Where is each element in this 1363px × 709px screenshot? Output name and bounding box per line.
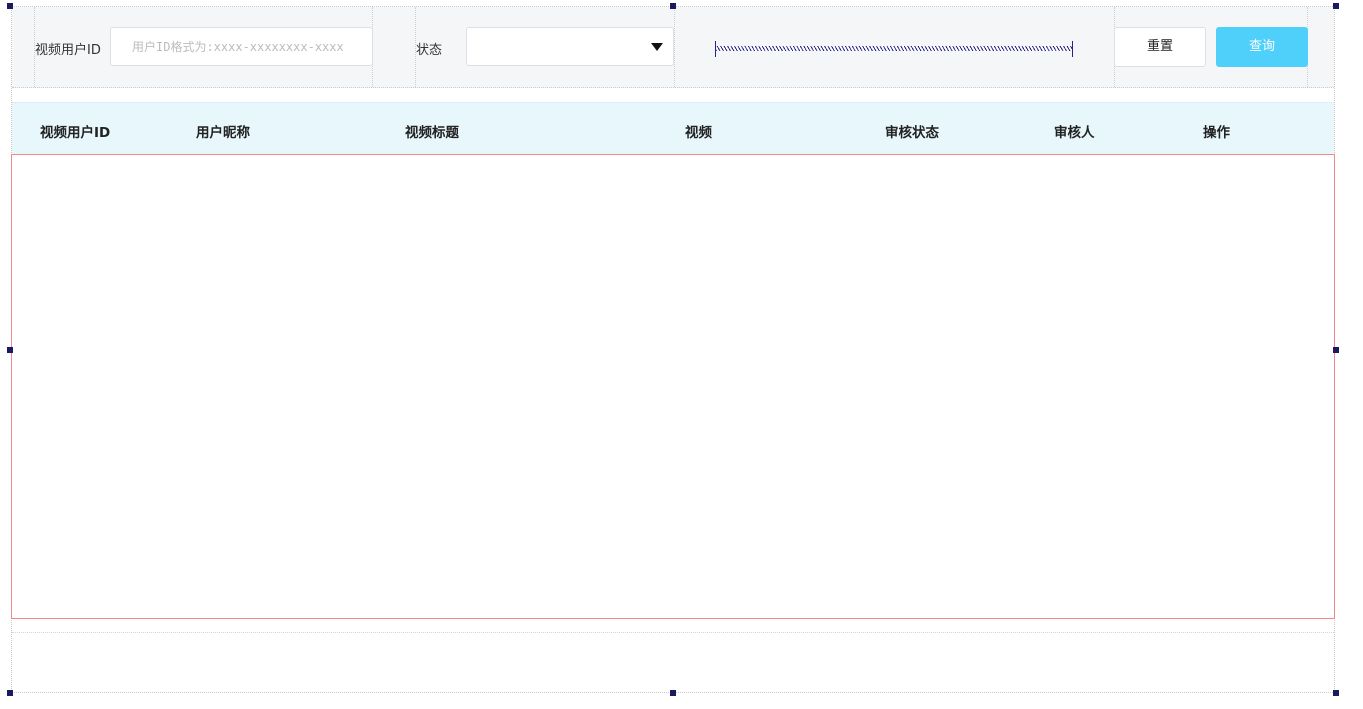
- resize-handle-bottom-left[interactable]: [7, 690, 13, 696]
- resize-handle-top-center[interactable]: [670, 3, 676, 9]
- status-field-group: 状态: [415, 7, 675, 87]
- table-body: [11, 154, 1335, 619]
- table-header: 视频用户ID 用户昵称 视频标题 视频 审核状态 审核人 操作: [12, 102, 1334, 155]
- resize-handle-middle-left[interactable]: [7, 347, 13, 353]
- slider-handle-start[interactable]: [715, 41, 716, 57]
- column-header-video[interactable]: 视频: [685, 121, 712, 141]
- chevron-down-icon: [651, 43, 663, 51]
- resize-handle-bottom-right[interactable]: [1333, 690, 1339, 696]
- column-header-review-status[interactable]: 审核状态: [885, 121, 939, 141]
- user-id-input[interactable]: [110, 27, 373, 66]
- status-label: 状态: [416, 43, 443, 58]
- reset-button[interactable]: 重置: [1114, 27, 1206, 67]
- status-select[interactable]: [466, 27, 674, 66]
- column-header-video-title[interactable]: 视频标题: [405, 121, 459, 141]
- resize-handle-top-left[interactable]: [7, 3, 13, 9]
- query-button[interactable]: 查询: [1216, 27, 1308, 67]
- column-header-nickname[interactable]: 用户昵称: [196, 121, 250, 141]
- resize-handle-top-right[interactable]: [1333, 3, 1339, 9]
- resize-handle-middle-right[interactable]: [1333, 347, 1339, 353]
- pagination-area: [12, 632, 1334, 693]
- user-id-label: 视频用户ID: [35, 43, 101, 58]
- column-header-actions[interactable]: 操作: [1203, 121, 1230, 141]
- slider-handle-end[interactable]: [1072, 41, 1073, 57]
- range-slider[interactable]: [715, 41, 1073, 57]
- slider-track[interactable]: [716, 46, 1072, 51]
- column-header-user-id[interactable]: 视频用户ID: [40, 121, 110, 141]
- search-panel: 视频用户ID 状态 重置 查询: [12, 7, 1334, 88]
- resize-handle-bottom-center[interactable]: [670, 690, 676, 696]
- column-header-reviewer[interactable]: 审核人: [1054, 121, 1095, 141]
